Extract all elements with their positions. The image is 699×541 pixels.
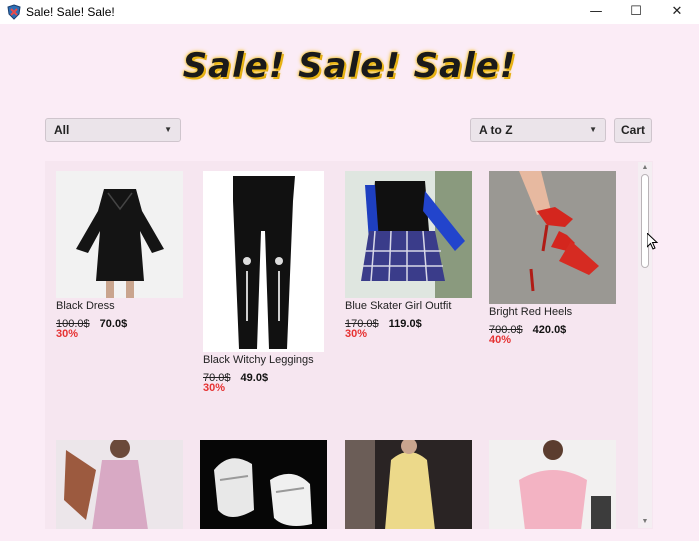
product-scrollbar[interactable]: ▲ ▼ <box>638 162 652 528</box>
sort-dropdown[interactable]: A to Z ▼ <box>470 118 606 142</box>
app-content: Sale! Sale! Sale! All ▼ A to Z ▼ Cart Bl… <box>0 24 699 541</box>
product-image-black-witchy-leggings[interactable] <box>203 171 324 352</box>
page-title: Sale! Sale! Sale! <box>182 46 517 86</box>
scroll-down-icon[interactable]: ▼ <box>638 516 652 528</box>
chevron-down-icon: ▼ <box>164 125 172 134</box>
window-titlebar: Sale! Sale! Sale! — ☐ ✕ <box>0 0 699 24</box>
mouse-cursor-icon <box>647 233 659 250</box>
product-image-black-dress[interactable] <box>56 171 183 298</box>
product-name: Black Dress <box>56 300 115 312</box>
scroll-thumb[interactable] <box>641 174 649 268</box>
discount-badge: 30% <box>56 328 79 340</box>
window-title: Sale! Sale! Sale! <box>26 5 115 19</box>
close-button[interactable]: ✕ <box>655 0 699 24</box>
cart-button[interactable]: Cart <box>614 118 652 143</box>
discount-badge: 40% <box>489 334 512 346</box>
chevron-down-icon: ▼ <box>589 125 597 134</box>
maximize-button[interactable]: ☐ <box>614 0 658 24</box>
category-filter-value: All <box>54 123 70 137</box>
product-image-bright-red-heels[interactable] <box>489 171 616 304</box>
minimize-button[interactable]: — <box>574 0 618 24</box>
app-icon <box>7 4 21 20</box>
product-image-pink-feather-top[interactable] <box>489 440 616 529</box>
product-name: Black Witchy Leggings <box>203 354 314 366</box>
product-image-pink-satin-dress[interactable] <box>56 440 183 529</box>
product-name: Blue Skater Girl Outfit <box>345 300 452 312</box>
product-image-blue-skater-girl-outfit[interactable] <box>345 171 472 298</box>
discount-badge: 30% <box>345 328 368 340</box>
discount-badge: 30% <box>203 382 226 394</box>
product-name: Bright Red Heels <box>489 306 573 318</box>
scroll-up-icon[interactable]: ▲ <box>638 162 652 174</box>
product-grid: Black Dress 100.0$ 70.0$ 30% Black Witchy… <box>45 161 653 529</box>
product-image-white-sneakers[interactable] <box>200 440 327 529</box>
product-image-yellow-dress[interactable] <box>345 440 472 529</box>
category-filter-dropdown[interactable]: All ▼ <box>45 118 181 142</box>
sort-value: A to Z <box>479 123 513 137</box>
